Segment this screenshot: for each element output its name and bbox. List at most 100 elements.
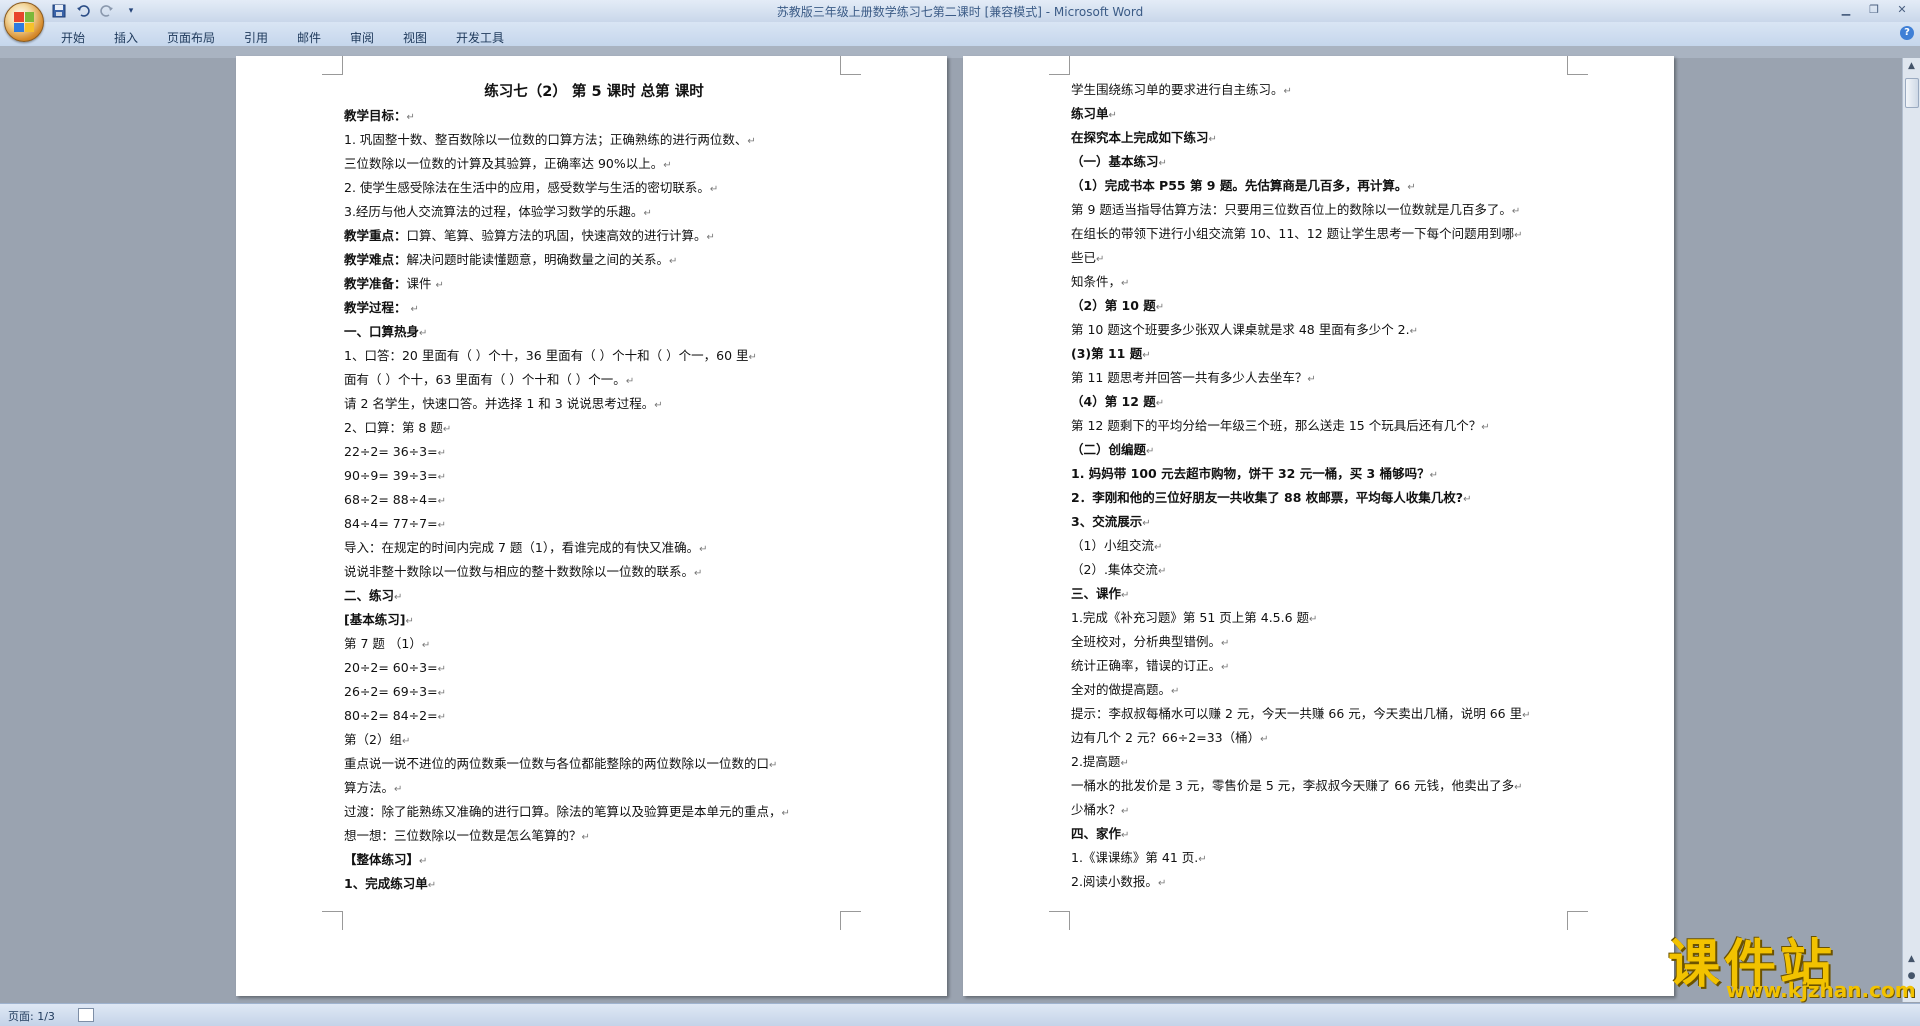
document-line: 教学准备：课件 ↵ [344, 272, 844, 296]
document-line: 1、口答：20 里面有（ ）个十，36 里面有（ ）个十和（ ）个一，60 里↵ [344, 344, 844, 368]
body-text: 第（2）组 [344, 732, 402, 747]
document-line: 1、完成练习单↵ [344, 872, 844, 896]
body-text: 些已 [1071, 250, 1097, 265]
document-line: 教学重点：口算、笔算、验算方法的巩固，快速高效的进行计算。↵ [344, 224, 844, 248]
paragraph-mark-icon: ↵ [1208, 134, 1217, 145]
document-line: 提示：李叔叔每桶水可以赚 2 元，今天一共赚 66 元，今天卖出几桶，说明 66… [1071, 702, 1591, 726]
tab-page-layout[interactable]: 页面布局 [167, 29, 215, 46]
document-line: 些已↵ [1071, 246, 1591, 270]
document-line: 第 12 题剩下的平均分给一年级三个班，那么送走 15 个玩具后还有几个？↵ [1071, 414, 1591, 438]
body-text: 学生围绕练习单的要求进行自主练习。 [1071, 82, 1284, 97]
body-text: 2.提高题 [1071, 754, 1121, 769]
paragraph-mark-icon: ↵ [706, 232, 715, 243]
document-line: 80÷2= 84÷2=↵ [344, 704, 844, 728]
document-line: 统计正确率，错误的订正。↵ [1071, 654, 1591, 678]
body-text: 全班校对，分析典型错例。 [1071, 634, 1222, 649]
body-text: 80÷2= 84÷2= [344, 708, 438, 723]
office-button[interactable] [4, 2, 44, 42]
document-line: 1. 巩固整十数、整百数除以一位数的口算方法；正确熟练的进行两位数、↵ [344, 128, 844, 152]
vertical-scrollbar[interactable]: ▲ ▲ ● ▼ [1902, 58, 1920, 1002]
body-text: 说说非整十数除以一位数与相应的整十数数除以一位数的联系。 [344, 564, 695, 579]
paragraph-mark-icon: ↵ [1120, 758, 1129, 769]
paragraph-mark-icon: ↵ [1157, 878, 1167, 889]
document-line: （二）创编题↵ [1071, 438, 1591, 462]
body-text: 1. 巩固整十数、整百数除以一位数的口算方法；正确熟练的进行两位数、 [344, 132, 748, 147]
document-line: 面有（ ）个十，63 里面有（ ）个十和（ ）个一。↵ [344, 368, 844, 392]
paragraph-mark-icon: ↵ [427, 880, 437, 891]
body-text: 少桶水？ [1071, 802, 1122, 817]
document-line: 2．李刚和他的三位好朋友一共收集了 88 枚邮票，平均每人收集几枚?↵ [1071, 486, 1591, 510]
document-page-2[interactable]: 学生围绕练习单的要求进行自主练习。↵ 练习单↵ 在探究本上完成如下练习↵ （一）基本练… [963, 56, 1674, 996]
paragraph-mark-icon: ↵ [1407, 182, 1416, 193]
document-line: [基本练习]↵ [344, 608, 844, 632]
paragraph-mark-icon: ↵ [709, 184, 719, 195]
document-line: 84÷4= 77÷7=↵ [344, 512, 844, 536]
document-line: 说说非整十数除以一位数与相应的整十数数除以一位数的联系。↵ [344, 560, 844, 584]
office-logo-icon [14, 12, 34, 32]
tab-developer[interactable]: 开发工具 [456, 29, 504, 46]
crop-mark [1567, 56, 1588, 75]
paragraph-mark-icon: ↵ [419, 856, 428, 867]
lesson-title: 练习七（2） 第 5 课时 总第 课时 [484, 84, 704, 100]
body-text: 提示：李叔叔每桶水可以赚 2 元，今天一共赚 66 元，今天卖出几桶，说明 66… [1071, 706, 1523, 721]
paragraph-mark-icon: ↵ [1429, 470, 1438, 481]
tab-insert[interactable]: 插入 [114, 29, 138, 46]
document-line: （一）基本练习↵ [1071, 150, 1591, 174]
paragraph-mark-icon: ↵ [1260, 734, 1269, 745]
paragraph-mark-icon: ↵ [1121, 830, 1130, 841]
document-page-1[interactable]: 练习七（2） 第 5 课时 总第 课时 教学目标：↵ 1. 巩固整十数、整百数除… [236, 56, 947, 996]
paragraph-mark-icon: ↵ [435, 280, 444, 291]
bold-heading-text: 3、交流展示 [1071, 514, 1143, 529]
document-line: 第 10 题这个班要多少张双人课桌就是求 48 里面有多少个 2.↵ [1071, 318, 1591, 342]
document-line: 教学难点：解决问题时能读懂题意，明确数量之间的关系。↵ [344, 248, 844, 272]
maximize-button[interactable]: ❐ [1860, 0, 1888, 18]
scroll-thumb[interactable] [1905, 78, 1919, 108]
paragraph-mark-icon: ↵ [694, 568, 703, 579]
watermark-logo: 课件站 www.kjzhan.com [1668, 922, 1916, 1002]
paragraph-mark-icon: ↵ [1096, 254, 1105, 265]
body-text: 第 12 题剩下的平均分给一年级三个班，那么送走 15 个玩具后还有几个？ [1071, 418, 1482, 433]
proofing-icon[interactable] [78, 1008, 94, 1022]
body-text: （1）小组交流 [1071, 538, 1154, 553]
paragraph-mark-icon: ↵ [1522, 710, 1531, 721]
document-line: 【整体练习】↵ [344, 848, 844, 872]
body-text: 26÷2= 69÷3= [344, 684, 438, 699]
help-icon[interactable]: ? [1900, 26, 1914, 40]
tab-review[interactable]: 审阅 [350, 29, 374, 46]
body-text: （2）.集体交流 [1071, 562, 1158, 577]
paragraph-mark-icon: ↵ [654, 400, 663, 411]
bold-heading-text: 教学准备： [344, 276, 407, 291]
body-text: 口算、笔算、验算方法的巩固，快速高效的进行计算。 [406, 228, 707, 243]
document-line: 第 11 题思考并回答一共有多少人去坐车？↵ [1071, 366, 1591, 390]
paragraph-mark-icon: ↵ [1146, 446, 1155, 457]
page-indicator[interactable]: 页面: 1/3 [8, 1008, 55, 1024]
document-line: 2.提高题↵ [1071, 750, 1591, 774]
body-text: 算方法。 [344, 780, 395, 795]
paragraph-mark-icon: ↵ [663, 160, 672, 171]
bold-heading-text: 在探究本上完成如下练习 [1071, 130, 1209, 145]
tab-view[interactable]: 视图 [403, 29, 427, 46]
document-line: 边有几个 2 元？66÷2=33（桶）↵ [1071, 726, 1591, 750]
body-text: 90÷9= 39÷3= [344, 468, 438, 483]
paragraph-mark-icon: ↵ [1309, 614, 1318, 625]
body-text: 面有（ ）个十，63 里面有（ ）个十和（ ）个一。 [344, 372, 626, 387]
minimize-button[interactable]: ▁ [1832, 0, 1860, 18]
document-line: 第（2）组↵ [344, 728, 844, 752]
body-text: 1.《课课练》第 41 页. [1071, 850, 1199, 865]
crop-mark [1049, 911, 1070, 930]
bold-heading-text: 三、课作 [1071, 586, 1122, 601]
tab-home[interactable]: 开始 [61, 29, 85, 46]
tab-mailings[interactable]: 邮件 [297, 29, 321, 46]
paragraph-mark-icon: ↵ [1463, 494, 1472, 505]
tab-references[interactable]: 引用 [244, 29, 268, 46]
body-text: 全对的做提高题。 [1071, 682, 1172, 697]
scroll-up-icon[interactable]: ▲ [1903, 58, 1920, 75]
paragraph-mark-icon: ↵ [1142, 518, 1151, 529]
paragraph-mark-icon: ↵ [769, 760, 778, 771]
bold-heading-text: 教学重点： [344, 228, 407, 243]
document-line: 学生围绕练习单的要求进行自主练习。↵ [1071, 78, 1591, 102]
document-line: 教学过程： ↵ [344, 296, 844, 320]
paragraph-mark-icon: ↵ [1142, 350, 1151, 361]
paragraph-mark-icon: ↵ [1158, 158, 1167, 169]
close-button[interactable]: ✕ [1888, 0, 1916, 18]
